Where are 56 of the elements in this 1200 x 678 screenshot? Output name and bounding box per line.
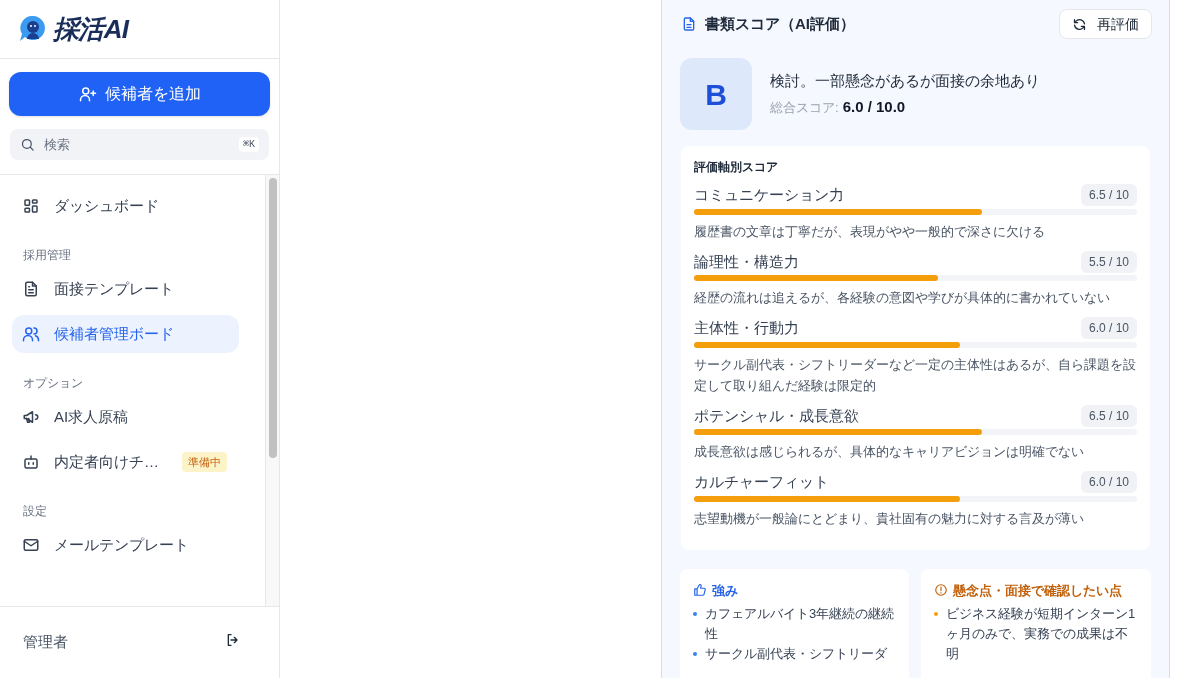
section-label: オプション	[22, 375, 84, 392]
alert-icon	[934, 583, 948, 598]
megaphone-icon	[22, 408, 40, 426]
card-title: 書類スコア（AI評価）	[705, 13, 855, 34]
add-candidate-button[interactable]: 候補者を追加	[9, 72, 270, 116]
score-badge: 6.5 / 10	[1080, 404, 1137, 427]
axis-name: コミュニケーション力	[694, 185, 844, 205]
score-badge: 5.5 / 10	[1080, 250, 1137, 273]
axis-name: カルチャーフィット	[694, 472, 829, 492]
logo-text: 採活AI	[53, 12, 129, 46]
axis-comment: 成長意欲は感じられるが、具体的なキャリアビジョンは明確でない	[694, 443, 1085, 461]
total-score-label: 総合スコア:	[770, 99, 839, 117]
grid-icon	[22, 197, 40, 215]
search-icon	[20, 137, 35, 152]
nav-item[interactable]: 候補者管理ボード	[12, 315, 239, 353]
axis-name: ポテンシャル・成長意欲	[694, 405, 859, 426]
robot-icon	[22, 453, 40, 471]
user-name: 管理者	[23, 632, 68, 653]
status-badge: 準備中	[182, 451, 227, 473]
nav-item[interactable]: ダッシュボード	[12, 187, 239, 225]
mail-icon	[22, 536, 40, 554]
axis-name: 論理性・構造力	[694, 251, 799, 272]
user-plus-icon	[78, 85, 97, 103]
score-badge: 6.0 / 10	[1080, 471, 1137, 494]
thumbs-up-icon	[693, 583, 707, 598]
bullet-icon	[693, 612, 697, 616]
axis-comment: サークル副代表・シフトリーダーなど一定の主体性はあるが、自ら課題を設定して取り組んだ経験は限定的	[694, 355, 1137, 395]
nav-item[interactable]: 内定者向けチ… 準備中	[12, 443, 239, 481]
users-icon	[22, 325, 40, 343]
panel-title: 懸念点・面接で確認したい点	[953, 581, 1122, 600]
bullet-icon	[693, 652, 697, 656]
document-icon	[681, 16, 697, 32]
grade-badge: B	[680, 58, 752, 130]
panel-title: 強み	[712, 581, 738, 600]
refresh-icon	[1072, 16, 1087, 32]
bullet-icon	[934, 612, 938, 616]
total-score-value: 6.0 / 10.0	[842, 97, 906, 117]
list-item: サークル副代表・シフトリーダ	[705, 645, 887, 663]
axis-comment: 志望動機が一般論にとどまり、貴社固有の魅力に対する言及が薄い	[694, 509, 1085, 528]
list-item: ビジネス経験が短期インターン1ヶ月のみで、実務での成果は不明	[946, 605, 1137, 663]
section-label: 採用管理	[22, 247, 72, 264]
axis-comment: 履歴書の文章は丁寧だが、表現がやや一般的で深さに欠ける	[694, 222, 1046, 241]
section-heading: 評価軸別スコア	[694, 159, 779, 176]
document-icon	[22, 280, 40, 298]
nav-item[interactable]: 面接テンプレート	[12, 270, 239, 308]
axis-name: 主体性・行動力	[694, 318, 799, 338]
axis-comment: 経歴の流れは追えるが、各経験の意図や学びが具体的に書かれていない	[694, 289, 1111, 307]
list-item: カフェアルバイト3年継続の継続性	[705, 605, 896, 643]
scrollbar-thumb[interactable]	[268, 178, 277, 458]
nav-item[interactable]: AI求人原稿	[12, 398, 239, 436]
grade-summary: 検討。一部懸念があるが面接の余地あり	[770, 70, 1040, 91]
section-label: 設定	[22, 503, 48, 520]
score-badge: 6.5 / 10	[1080, 184, 1137, 207]
reevaluate-button[interactable]: 再評価	[1059, 9, 1152, 39]
nav-item[interactable]: メールテンプレート	[12, 526, 239, 564]
score-badge: 6.0 / 10	[1080, 317, 1137, 340]
